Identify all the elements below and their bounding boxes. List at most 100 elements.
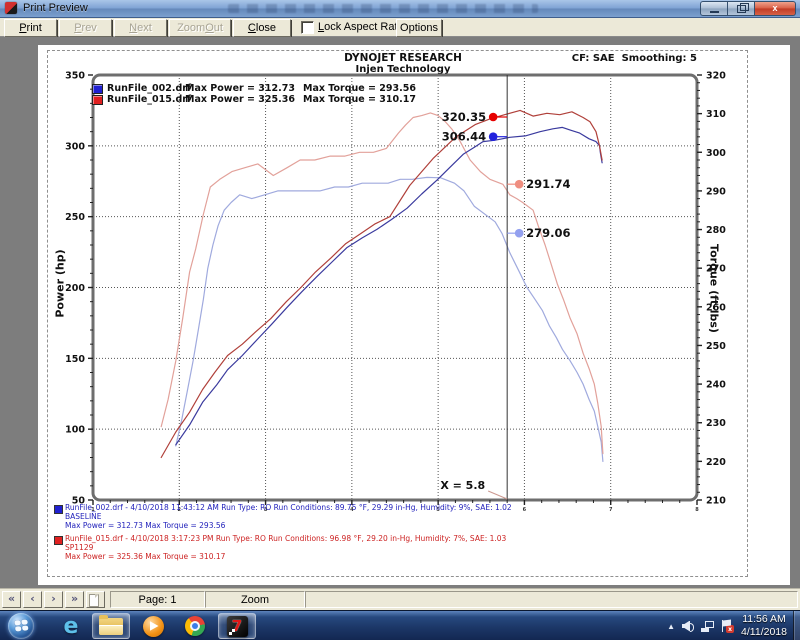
tray-expand-icon[interactable]: ▲ — [667, 622, 675, 631]
taskbar-explorer-button[interactable] — [92, 613, 130, 639]
run2-swatch — [54, 536, 63, 545]
run1-line1: RunFile_002.drf - 4/10/2018 11:43:12 AM … — [65, 503, 512, 512]
xcursor-leader — [488, 491, 507, 499]
taskbar-media-player-button[interactable] — [134, 613, 172, 639]
desktop: Print Preview x Print Prev Next Zoom Out… — [0, 0, 800, 640]
run1-line3: Max Power = 312.73 Max Torque = 293.56 — [65, 521, 512, 530]
print-preview-area: DYNOJET RESEARCH Injen Technology CF: SA… — [0, 37, 800, 588]
cursor-marker-value: 320.35 — [442, 110, 486, 124]
internet-explorer-icon: e — [64, 614, 79, 639]
statusbar: « ‹ › » Page: 1 Zoom — [0, 588, 800, 611]
torque-tick-label: 310 — [706, 109, 726, 120]
clock-date: 4/11/2018 — [736, 626, 792, 639]
chart-legend: RunFile_002.drf Max Power = 312.73 Max T… — [92, 83, 416, 105]
power-tick-label: 150 — [65, 354, 85, 365]
window-controls: x — [700, 1, 796, 16]
network-icon[interactable] — [701, 621, 714, 632]
zoom-indicator: Zoom — [205, 591, 305, 608]
titlebar[interactable]: Print Preview x — [0, 0, 800, 18]
app-icon — [5, 2, 17, 14]
torque-tick-label: 320 — [706, 71, 726, 82]
torque-tick-label: 290 — [706, 186, 726, 197]
torque-tick-label: 210 — [706, 496, 726, 507]
close-button[interactable]: Close — [233, 19, 291, 37]
torque-axis-title: Torque (ft-lbs) — [708, 234, 721, 344]
torque-tick-label: 230 — [706, 418, 726, 429]
clock-time: 11:56 AM — [736, 613, 792, 626]
series-runfile_015-torque — [161, 113, 603, 454]
torque-tick-label: 300 — [706, 148, 726, 159]
action-center-flag-icon[interactable]: x — [721, 620, 734, 632]
options-button[interactable]: Options — [396, 19, 442, 37]
legend-row: RunFile_015.drf Max Power = 325.36 Max T… — [92, 94, 416, 105]
chrome-icon — [185, 616, 205, 636]
legend-row: RunFile_002.drf Max Power = 312.73 Max T… — [92, 83, 416, 94]
volume-icon[interactable] — [682, 621, 694, 632]
window-title: Print Preview — [23, 2, 88, 14]
windows-logo-icon — [14, 619, 28, 632]
close-window-button[interactable]: x — [755, 1, 796, 16]
run2-line2: SP1129 — [65, 543, 506, 552]
power-tick-label: 350 — [65, 71, 85, 82]
run1-line2: BASELINE — [65, 512, 512, 521]
cursor-marker-dot — [489, 132, 498, 141]
prev-button[interactable]: Prev — [59, 19, 112, 37]
zoom-out-button[interactable]: Zoom Out — [169, 19, 231, 37]
taskbar-winpep-button[interactable]: 7 — [218, 613, 256, 639]
restore-button[interactable] — [728, 1, 755, 16]
prev-page-button[interactable]: ‹ — [23, 591, 42, 608]
print-button[interactable]: Print — [4, 19, 57, 37]
x-tick-label: 8 — [695, 507, 699, 513]
run2-line1: RunFile_015.drf - 4/10/2018 3:17:23 PM R… — [65, 534, 506, 543]
run1-swatch — [54, 505, 63, 514]
minimize-button[interactable] — [700, 1, 728, 16]
taskbar-chrome-button[interactable] — [176, 613, 214, 639]
winpep-icon: 7 — [227, 616, 248, 637]
series-runfile_002-torque — [176, 177, 603, 461]
run-details-1: RunFile_002.drf - 4/10/2018 11:43:12 AM … — [54, 503, 512, 530]
legend-swatch-run2 — [92, 95, 103, 105]
first-page-button[interactable]: « — [2, 591, 21, 608]
run-details-2: RunFile_015.drf - 4/10/2018 3:17:23 PM R… — [54, 534, 506, 561]
next-page-button[interactable]: › — [44, 591, 63, 608]
show-desktop-button[interactable] — [793, 611, 800, 640]
x-tick-label: 7 — [609, 507, 613, 513]
run2-line3: Max Power = 325.36 Max Torque = 310.17 — [65, 552, 506, 561]
system-tray: ▲ x — [667, 611, 734, 640]
power-tick-label: 200 — [65, 283, 85, 294]
media-player-icon — [143, 616, 164, 637]
cursor-marker-dot — [489, 113, 498, 122]
preview-page: DYNOJET RESEARCH Injen Technology CF: SA… — [38, 45, 790, 585]
power-tick-label: 300 — [65, 141, 85, 152]
page-icon — [89, 594, 99, 607]
legend-max-power: Max Power = 325.36 — [185, 94, 303, 105]
last-page-button[interactable]: » — [65, 591, 84, 608]
taskbar-clock[interactable]: 11:56 AM 4/11/2018 — [736, 613, 792, 639]
status-spacer — [305, 591, 798, 608]
power-axis-title: Power (hp) — [54, 234, 67, 334]
series-runfile_015-power — [161, 110, 602, 457]
cursor-marker-dot — [515, 229, 524, 238]
cursor-marker-value: 306.44 — [442, 130, 486, 144]
legend-max-torque: Max Torque = 293.56 — [303, 83, 416, 94]
taskbar-internet-explorer-button[interactable]: e — [52, 613, 90, 639]
cursor-marker-value: 291.74 — [526, 177, 570, 191]
power-tick-label: 100 — [65, 425, 85, 436]
legend-file: RunFile_015.drf — [107, 94, 185, 105]
taskbar: e 7 ▲ x 11:56 AM 4/11/2018 — [0, 610, 800, 640]
legend-max-torque: Max Torque = 310.17 — [303, 94, 416, 105]
toolbar: Print Prev Next Zoom Out Close Lock Aspe… — [0, 18, 800, 37]
page-indicator: Page: 1 — [110, 591, 205, 608]
start-button[interactable] — [8, 613, 34, 639]
cursor-marker-dot — [515, 180, 524, 189]
lock-aspect-ratio-checkbox[interactable] — [301, 21, 314, 34]
power-tick-label: 250 — [65, 212, 85, 223]
action-center-alert-badge: x — [726, 625, 734, 633]
titlebar-ghost-text — [228, 4, 538, 13]
next-button[interactable]: Next — [114, 19, 167, 37]
legend-max-power: Max Power = 312.73 — [185, 83, 303, 94]
legend-file: RunFile_002.drf — [107, 83, 185, 94]
torque-tick-label: 240 — [706, 380, 726, 391]
page-setup-button[interactable] — [86, 591, 105, 608]
folder-icon — [99, 618, 123, 635]
